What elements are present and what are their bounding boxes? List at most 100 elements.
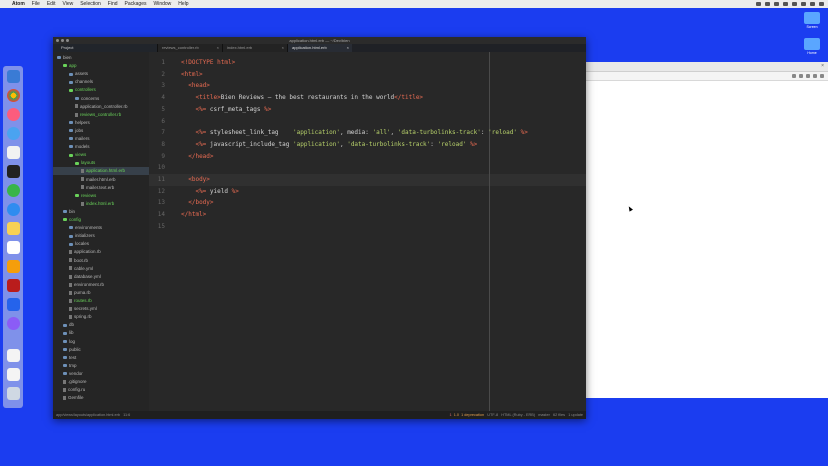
menu-item-help[interactable]: Help bbox=[178, 1, 188, 7]
tree-folder[interactable]: concerns bbox=[75, 95, 99, 103]
extension-icon[interactable] bbox=[806, 74, 810, 78]
menu-item-selection[interactable]: Selection bbox=[80, 1, 101, 7]
menu-item-file[interactable]: File bbox=[32, 1, 40, 7]
itunes-icon[interactable] bbox=[7, 108, 20, 121]
tree-file[interactable]: index.html.erb bbox=[81, 200, 114, 208]
terminal-icon[interactable] bbox=[7, 165, 20, 178]
menu-item-packages[interactable]: Packages bbox=[125, 1, 147, 7]
tree-file[interactable]: spring.rb bbox=[69, 313, 92, 321]
code-line[interactable]: <%= javascript_include_tag 'application'… bbox=[181, 139, 477, 151]
tab-project[interactable]: Project bbox=[53, 44, 157, 52]
tree-folder[interactable]: jobs bbox=[69, 127, 83, 135]
code-line[interactable]: </body> bbox=[181, 197, 213, 209]
app-icon[interactable] bbox=[7, 298, 20, 311]
status-cursor-position[interactable]: 11:6 bbox=[123, 413, 130, 417]
tree-folder[interactable]: db bbox=[63, 321, 74, 329]
status-errors[interactable]: 1 bbox=[449, 413, 451, 417]
messages-icon[interactable] bbox=[7, 127, 20, 140]
tree-folder[interactable]: locales bbox=[69, 240, 89, 248]
battery-icon[interactable] bbox=[801, 2, 806, 6]
clock-icon[interactable] bbox=[7, 203, 20, 216]
tree-file[interactable]: mailer.html.erb bbox=[81, 176, 116, 184]
tree-folder[interactable]: vendor bbox=[63, 370, 83, 378]
desktop-folder-icon[interactable] bbox=[804, 38, 820, 50]
tree-file[interactable]: .gitignore bbox=[63, 378, 87, 386]
tree-folder[interactable]: tmp bbox=[63, 362, 77, 370]
menu-item-view[interactable]: View bbox=[62, 1, 73, 7]
app-icon[interactable] bbox=[7, 317, 20, 330]
tree-file[interactable]: puma.rb bbox=[69, 289, 91, 297]
tree-file[interactable]: reviews_controller.rb bbox=[75, 111, 121, 119]
reload-icon[interactable] bbox=[792, 74, 796, 78]
tab-index[interactable]: index.html.erb × bbox=[222, 44, 287, 52]
code-line[interactable]: <head> bbox=[181, 80, 210, 92]
tree-folder[interactable]: helpers bbox=[69, 119, 90, 127]
tree-folder[interactable]: log bbox=[63, 338, 75, 346]
tree-folder[interactable]: config bbox=[63, 216, 81, 224]
notification-center-icon[interactable] bbox=[819, 2, 824, 6]
code-line[interactable]: </head> bbox=[181, 151, 213, 163]
notion-icon[interactable] bbox=[7, 241, 20, 254]
tree-file[interactable]: application.html.erb bbox=[53, 167, 149, 176]
close-tab-icon[interactable]: × bbox=[821, 63, 824, 69]
app-icon[interactable] bbox=[7, 222, 20, 235]
document-icon[interactable] bbox=[7, 368, 20, 381]
tree-file[interactable]: database.yml bbox=[69, 273, 101, 281]
status-grammar[interactable]: HTML (Ruby - ERB) bbox=[501, 413, 535, 417]
menu-item-window[interactable]: Window bbox=[154, 1, 172, 7]
code-line[interactable]: <%= csrf_meta_tags %> bbox=[181, 104, 271, 116]
tree-folder[interactable]: channels bbox=[69, 78, 93, 86]
spotlight-icon[interactable] bbox=[810, 2, 815, 6]
close-tab-icon[interactable]: × bbox=[282, 44, 284, 52]
tree-folder[interactable]: reviews bbox=[75, 192, 96, 200]
tree-file[interactable]: config.ru bbox=[63, 386, 85, 394]
tree-file[interactable]: application_controller.rb bbox=[75, 103, 128, 111]
code-line[interactable]: <%= stylesheet_link_tag 'application', m… bbox=[181, 127, 527, 139]
tree-file[interactable]: routes.rb bbox=[69, 297, 92, 305]
tree-folder[interactable]: bin bbox=[63, 208, 75, 216]
tree-folder[interactable]: assets bbox=[69, 70, 88, 78]
tree-folder[interactable]: mailers bbox=[69, 135, 90, 143]
status-branch[interactable]: master bbox=[538, 413, 550, 417]
menu-icon[interactable] bbox=[820, 74, 824, 78]
menu-item-edit[interactable]: Edit bbox=[47, 1, 56, 7]
tree-file[interactable]: secrets.yml bbox=[69, 305, 97, 313]
tab-reviews-controller[interactable]: reviews_controller.rb × bbox=[157, 44, 222, 52]
tree-folder[interactable]: lib bbox=[63, 329, 74, 337]
maximize-window-icon[interactable] bbox=[66, 39, 69, 42]
tree-file[interactable]: cable.yml bbox=[69, 265, 93, 273]
close-window-icon[interactable] bbox=[56, 39, 59, 42]
menu-item-find[interactable]: Find bbox=[108, 1, 118, 7]
status-file-count[interactable]: 62 files bbox=[553, 413, 565, 417]
status-icon[interactable] bbox=[765, 2, 770, 6]
status-icon[interactable] bbox=[774, 2, 779, 6]
finder-icon[interactable] bbox=[7, 70, 20, 83]
status-warnings[interactable]: 1.0 bbox=[454, 413, 459, 417]
status-updates[interactable]: 1 update bbox=[568, 413, 583, 417]
code-line[interactable]: <%= yield %> bbox=[181, 186, 238, 198]
acrobat-icon[interactable] bbox=[7, 279, 20, 292]
code-line[interactable]: </html> bbox=[181, 209, 206, 221]
chrome-icon[interactable] bbox=[7, 89, 20, 102]
document-icon[interactable] bbox=[7, 349, 20, 362]
tree-file[interactable]: boot.rb bbox=[69, 257, 88, 265]
calendar-icon[interactable] bbox=[7, 146, 20, 159]
trash-icon[interactable] bbox=[7, 387, 20, 400]
code-line[interactable]: <title>Bien Reviews — the best restauran… bbox=[181, 92, 423, 104]
minimize-window-icon[interactable] bbox=[61, 39, 64, 42]
close-tab-icon[interactable]: × bbox=[217, 44, 219, 52]
tree-folder[interactable]: views bbox=[69, 151, 86, 159]
code-line[interactable]: <!DOCTYPE html> bbox=[181, 57, 235, 69]
tree-folder[interactable]: models bbox=[69, 143, 90, 151]
status-encoding[interactable]: UTF-8 bbox=[487, 413, 498, 417]
status-deprecation[interactable]: 1 deprecation bbox=[461, 413, 484, 417]
tab-application-layout[interactable]: application.html.erb × bbox=[287, 44, 352, 52]
code-line[interactable]: <body> bbox=[181, 174, 210, 186]
volume-icon[interactable] bbox=[792, 2, 797, 6]
wifi-icon[interactable] bbox=[783, 2, 788, 6]
status-icon[interactable] bbox=[756, 2, 761, 6]
tree-file[interactable]: Gemfile bbox=[63, 394, 84, 402]
close-tab-icon[interactable]: × bbox=[347, 44, 349, 52]
sketch-icon[interactable] bbox=[7, 260, 20, 273]
tree-file[interactable]: mailer.text.erb bbox=[81, 184, 114, 192]
